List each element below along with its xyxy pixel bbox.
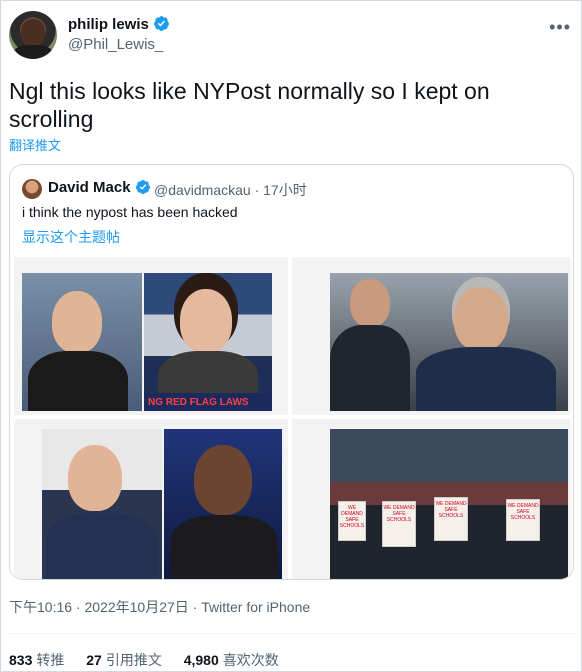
protest-sign-4: WE DEMAND SAFE SCHOOLS — [506, 499, 540, 541]
quotes-count: 27 — [86, 652, 102, 668]
quoted-author-name-text: David Mack — [48, 179, 131, 196]
photo-man-speaking — [330, 273, 568, 411]
verified-badge-icon — [135, 180, 150, 194]
likes-label: 喜欢次数 — [222, 652, 279, 668]
tweet-header: philip lewis @Phil_Lewis_ ••• — [9, 11, 575, 61]
photo-protest-signs: WE DEMAND SAFE SCHOOLS WE DEMAND SAFE SC… — [330, 429, 568, 579]
protest-sign-2: WE DEMAND SAFE SCHOOLS — [382, 501, 416, 547]
media-panel-4[interactable]: WE DEMAND SAFE SCHOOLS WE DEMAND SAFE SC… — [292, 419, 571, 579]
protest-sign-1: WE DEMAND SAFE SCHOOLS — [338, 501, 366, 541]
author-name[interactable]: philip lewis — [68, 15, 170, 33]
avatar-shirt — [13, 45, 53, 59]
quotes-stat[interactable]: 27 引用推文 — [86, 652, 162, 668]
tweet-timestamp[interactable]: 下午10:16 · 2022年10月27日 · Twitter for iPho… — [9, 597, 310, 617]
engagement-stats: 833 转推 27 引用推文 4,980 喜欢次数 — [9, 650, 297, 670]
show-thread-link[interactable]: 显示这个主题帖 — [22, 227, 120, 247]
author-handle[interactable]: @Phil_Lewis_ — [68, 36, 163, 53]
quoted-avatar[interactable] — [22, 179, 42, 199]
avatar-face — [21, 19, 45, 47]
media-panel-3[interactable] — [14, 419, 288, 579]
verified-badge-icon — [153, 16, 169, 31]
photo-woman-podium: NG RED FLAG LAWS — [144, 273, 272, 411]
retweets-count: 833 — [9, 652, 33, 668]
photo-man-podium — [22, 273, 142, 411]
banner-text: NG RED FLAG LAWS — [144, 393, 272, 411]
media-panel-1[interactable]: NG RED FLAG LAWS — [14, 257, 288, 415]
likes-stat[interactable]: 4,980 喜欢次数 — [184, 652, 279, 668]
author-avatar[interactable] — [9, 11, 57, 59]
tweet-card: philip lewis @Phil_Lewis_ ••• Ngl this l… — [0, 0, 582, 672]
quoted-author-name[interactable]: David Mack — [48, 179, 151, 196]
photo-man-campaign — [42, 429, 162, 579]
divider — [9, 633, 575, 634]
retweets-label: 转推 — [36, 652, 65, 668]
author-name-text: philip lewis — [68, 16, 149, 33]
protest-sign-3: WE DEMAND SAFE SCHOOLS — [434, 497, 468, 541]
quoted-text: i think the nypost has been hacked — [22, 204, 238, 220]
media-panel-2[interactable] — [292, 257, 571, 415]
tweet-body: Ngl this looks like NYPost normally so I… — [9, 78, 490, 132]
quoted-handle-time[interactable]: @davidmackau · 17小时 — [154, 180, 307, 200]
retweets-stat[interactable]: 833 转推 — [9, 652, 64, 668]
translate-link[interactable]: 翻译推文 — [9, 135, 61, 154]
photo-man-suit — [164, 429, 282, 579]
more-options-icon[interactable]: ••• — [549, 17, 571, 38]
likes-count: 4,980 — [183, 652, 219, 668]
quoted-media-grid[interactable]: NG RED FLAG LAWS WE DEMAND SAFE SCHOOLS … — [10, 257, 573, 579]
quoted-tweet[interactable]: David Mack @davidmackau · 17小时 i think t… — [9, 164, 574, 580]
quotes-label: 引用推文 — [105, 652, 162, 668]
